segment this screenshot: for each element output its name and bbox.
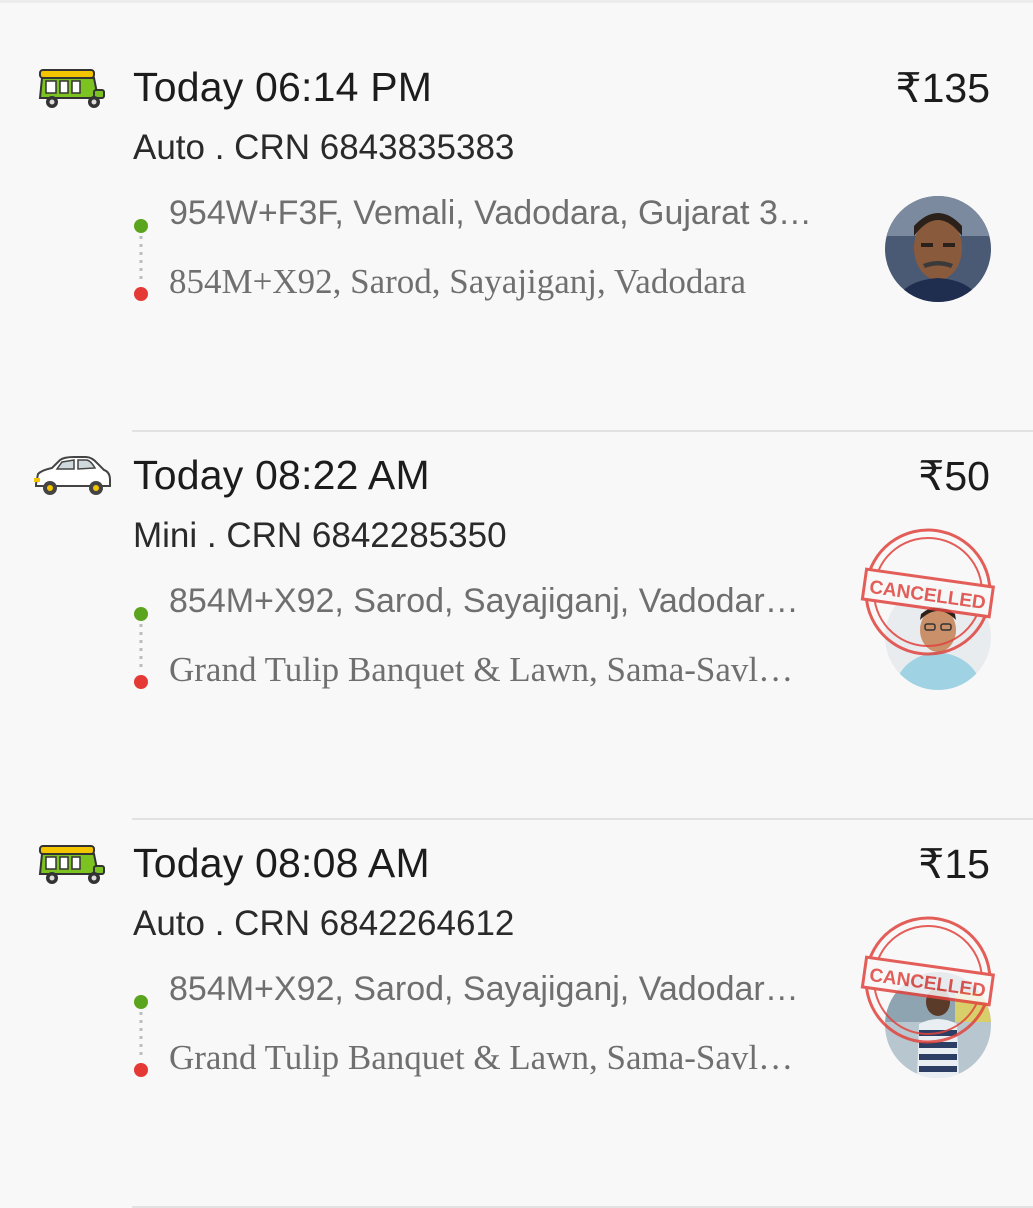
ride-fare: ₹50 — [918, 453, 990, 499]
pickup-address: 854M+X92, Sarod, Sayajiganj, Vadodar… — [169, 582, 799, 620]
ride-time: Today 08:08 AM — [133, 840, 430, 886]
ride-detail: Auto . CRN 6843835383 — [133, 128, 515, 167]
drop-address: 854M+X92, Sarod, Sayajiganj, Vadodara — [169, 262, 747, 301]
route-indicator — [131, 590, 151, 700]
drop-address: Grand Tulip Banquet & Lawn, Sama-Savl… — [169, 650, 794, 689]
auto-rickshaw-icon — [36, 840, 108, 888]
cancelled-stamp: CANCELLED — [858, 910, 998, 1050]
ride-time: Today 08:22 AM — [133, 452, 430, 498]
driver-avatar — [885, 196, 991, 302]
ride-item[interactable]: Today 08:22 AM ₹50 Mini . CRN 6842285350… — [0, 432, 1033, 820]
ride-fare: ₹15 — [918, 841, 990, 887]
drop-address: Grand Tulip Banquet & Lawn, Sama-Savl… — [169, 1038, 794, 1077]
ride-item[interactable]: Today 08:08 AM ₹15 Auto . CRN 6842264612… — [0, 820, 1033, 1208]
car-icon — [30, 452, 114, 500]
pickup-address: 854M+X92, Sarod, Sayajiganj, Vadodar… — [169, 970, 799, 1008]
ride-detail: Auto . CRN 6842264612 — [133, 904, 515, 943]
cancelled-stamp: CANCELLED — [858, 522, 998, 662]
ride-detail: Mini . CRN 6842285350 — [133, 516, 507, 555]
route-indicator — [131, 978, 151, 1088]
pickup-address: 954W+F3F, Vemali, Vadodara, Gujarat 3… — [169, 194, 812, 232]
ride-time: Today 06:14 PM — [133, 64, 433, 110]
route-indicator — [131, 202, 151, 312]
ride-fare: ₹135 — [895, 65, 991, 111]
top-border — [0, 0, 1033, 3]
ride-item[interactable]: Today 06:14 PM ₹135 Auto . CRN 684383538… — [0, 44, 1033, 432]
auto-rickshaw-icon — [36, 64, 108, 112]
